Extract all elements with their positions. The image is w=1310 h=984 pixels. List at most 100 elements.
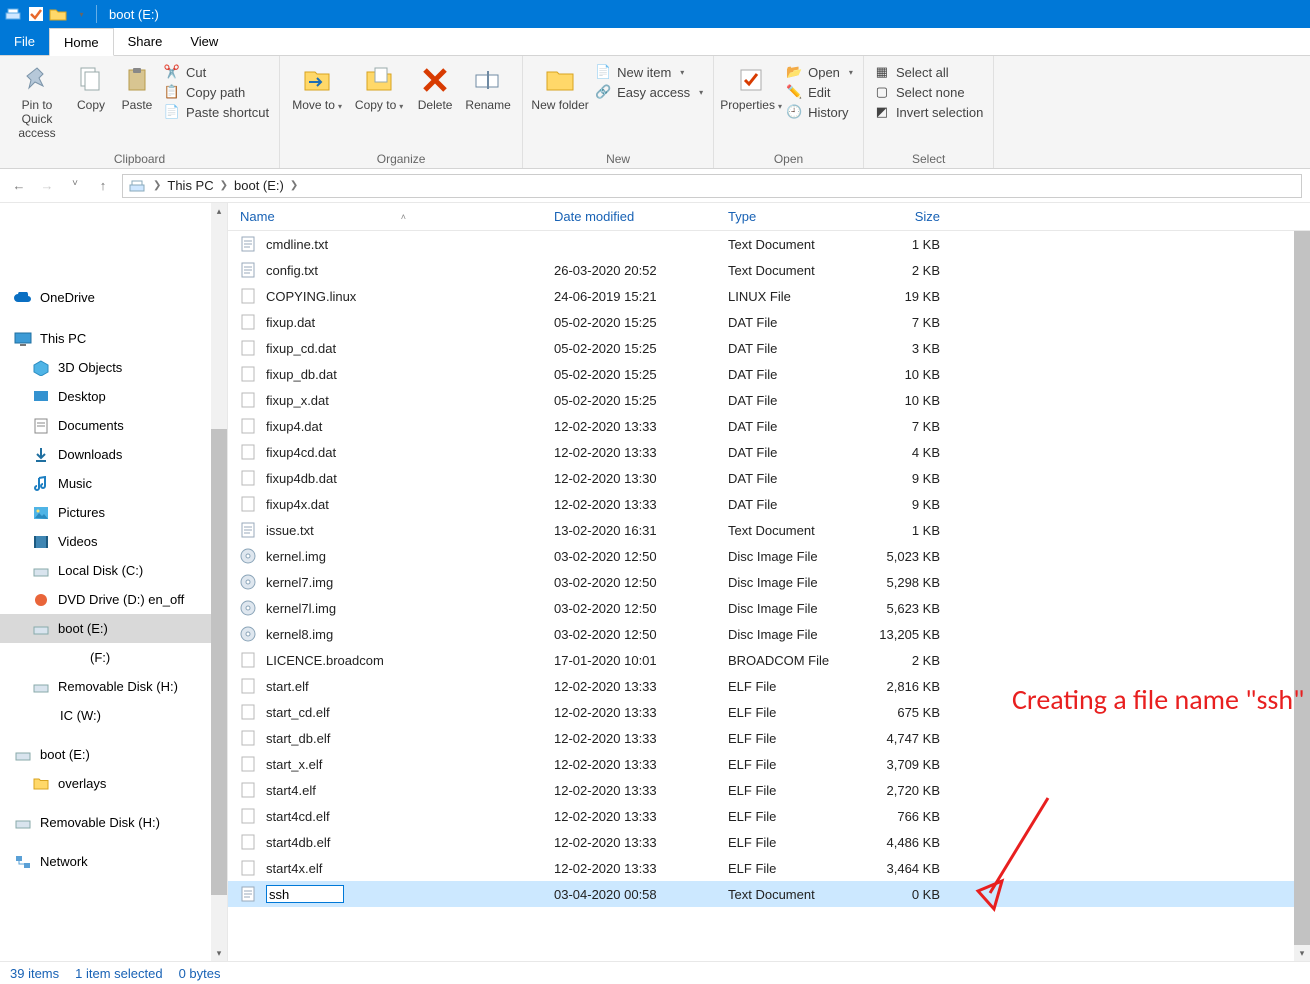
- nav-downloads[interactable]: Downloads: [0, 440, 227, 469]
- nav-videos[interactable]: Videos: [0, 527, 227, 556]
- copy-button[interactable]: Copy: [68, 60, 114, 112]
- column-type[interactable]: Type: [716, 209, 862, 224]
- file-row[interactable]: fixup_db.dat05-02-2020 15:25DAT File10 K…: [228, 361, 1310, 387]
- file-date: 05-02-2020 15:25: [542, 315, 716, 330]
- copy-to-button[interactable]: Copy to: [348, 60, 410, 114]
- recent-dropdown[interactable]: ˅: [64, 178, 86, 193]
- nav-local-disk-c[interactable]: Local Disk (C:): [0, 556, 227, 585]
- new-item-button[interactable]: 📄New item: [595, 64, 703, 80]
- nav-ic-w[interactable]: IC (W:): [0, 701, 227, 730]
- rename-input[interactable]: [266, 885, 344, 903]
- column-date-modified[interactable]: Date modified: [542, 209, 716, 224]
- chevron-right-icon[interactable]: ❯: [220, 180, 228, 191]
- breadcrumb-boot[interactable]: boot (E:): [234, 178, 284, 193]
- forward-button[interactable]: →: [36, 178, 58, 193]
- file-row[interactable]: kernel.img03-02-2020 12:50Disc Image Fil…: [228, 543, 1310, 569]
- nav-removable-h2[interactable]: Removable Disk (H:): [0, 808, 227, 837]
- file-row[interactable]: config.txt26-03-2020 20:52Text Document2…: [228, 257, 1310, 283]
- file-row[interactable]: start_x.elf12-02-2020 13:33ELF File3,709…: [228, 751, 1310, 777]
- nav-boot-e-root[interactable]: boot (E:): [0, 740, 227, 769]
- nav-dvd-drive[interactable]: DVD Drive (D:) en_off: [0, 585, 227, 614]
- nav-documents[interactable]: Documents: [0, 411, 227, 440]
- file-row[interactable]: fixup.dat05-02-2020 15:25DAT File7 KB: [228, 309, 1310, 335]
- select-none-button[interactable]: ▢Select none: [874, 84, 983, 100]
- paste-button[interactable]: Paste: [114, 60, 160, 112]
- nav-desktop[interactable]: Desktop: [0, 382, 227, 411]
- move-to-icon: [301, 64, 333, 96]
- file-row[interactable]: fixup4db.dat12-02-2020 13:30DAT File9 KB: [228, 465, 1310, 491]
- paste-shortcut-button[interactable]: 📄Paste shortcut: [164, 104, 269, 120]
- tab-share[interactable]: Share: [114, 28, 177, 55]
- nav-f-drive[interactable]: (F:): [0, 643, 227, 672]
- file-row[interactable]: kernel7l.img03-02-2020 12:50Disc Image F…: [228, 595, 1310, 621]
- up-button[interactable]: ↑: [92, 178, 114, 193]
- breadcrumb-this-pc[interactable]: This PC: [167, 178, 213, 193]
- nav-onedrive[interactable]: OneDrive: [0, 283, 227, 312]
- properties-button[interactable]: Properties: [720, 60, 782, 114]
- breadcrumb-drive-icon[interactable]: [129, 179, 147, 193]
- open-button[interactable]: 📂Open: [786, 64, 853, 80]
- open-icon: 📂: [786, 64, 802, 80]
- drive-icon: [14, 746, 32, 764]
- chevron-right-icon[interactable]: ❯: [290, 180, 298, 191]
- column-size[interactable]: Size: [862, 209, 950, 224]
- file-row[interactable]: start4x.elf12-02-2020 13:33ELF File3,464…: [228, 855, 1310, 881]
- qat-options[interactable]: [70, 4, 90, 24]
- nav-boot-e[interactable]: boot (E:): [0, 614, 227, 643]
- file-row[interactable]: start4db.elf12-02-2020 13:33ELF File4,48…: [228, 829, 1310, 855]
- select-all-button[interactable]: ▦Select all: [874, 64, 983, 80]
- tab-view[interactable]: View: [176, 28, 232, 55]
- copy-path-button[interactable]: 📋Copy path: [164, 84, 269, 100]
- file-row[interactable]: fixup4cd.dat12-02-2020 13:33DAT File4 KB: [228, 439, 1310, 465]
- scroll-down-icon[interactable]: ▾: [211, 945, 227, 961]
- chevron-right-icon[interactable]: ❯: [153, 180, 161, 191]
- nav-scroll-thumb[interactable]: [211, 429, 227, 895]
- file-row[interactable]: 03-04-2020 00:58Text Document0 KB: [228, 881, 1310, 907]
- folder-icon[interactable]: [48, 4, 68, 24]
- file-row[interactable]: start.elf12-02-2020 13:33ELF File2,816 K…: [228, 673, 1310, 699]
- easy-access-button[interactable]: 🔗Easy access: [595, 84, 703, 100]
- pin-to-quick-access-button[interactable]: Pin to Quick access: [6, 60, 68, 140]
- history-button[interactable]: 🕘History: [786, 104, 853, 120]
- check-icon[interactable]: [26, 4, 46, 24]
- nav-network[interactable]: Network: [0, 847, 227, 876]
- file-row[interactable]: fixup_x.dat05-02-2020 15:25DAT File10 KB: [228, 387, 1310, 413]
- tab-home[interactable]: Home: [49, 28, 114, 56]
- file-date: 03-02-2020 12:50: [542, 601, 716, 616]
- nav-overlays[interactable]: overlays: [0, 769, 227, 798]
- file-row[interactable]: issue.txt13-02-2020 16:31Text Document1 …: [228, 517, 1310, 543]
- edit-button[interactable]: ✏️Edit: [786, 84, 853, 100]
- delete-button[interactable]: Delete: [410, 60, 460, 112]
- nav-this-pc[interactable]: This PC: [0, 324, 227, 353]
- file-row[interactable]: fixup4.dat12-02-2020 13:33DAT File7 KB: [228, 413, 1310, 439]
- file-row[interactable]: LICENCE.broadcom17-01-2020 10:01BROADCOM…: [228, 647, 1310, 673]
- breadcrumb[interactable]: ❯ This PC ❯ boot (E:) ❯: [122, 174, 1302, 198]
- file-row[interactable]: cmdline.txtText Document1 KB: [228, 231, 1310, 257]
- file-row[interactable]: COPYING.linux24-06-2019 15:21LINUX File1…: [228, 283, 1310, 309]
- list-scrollbar[interactable]: ▴ ▾: [1294, 203, 1310, 961]
- file-row[interactable]: kernel8.img03-02-2020 12:50Disc Image Fi…: [228, 621, 1310, 647]
- file-row[interactable]: start_cd.elf12-02-2020 13:33ELF File675 …: [228, 699, 1310, 725]
- scroll-down-icon[interactable]: ▾: [1294, 945, 1310, 961]
- nav-3d-objects[interactable]: 3D Objects: [0, 353, 227, 382]
- scroll-up-icon[interactable]: ▴: [211, 203, 227, 219]
- new-folder-button[interactable]: New folder: [529, 60, 591, 112]
- file-type: Text Document: [716, 263, 862, 278]
- file-row[interactable]: fixup_cd.dat05-02-2020 15:25DAT File3 KB: [228, 335, 1310, 361]
- back-button[interactable]: ←: [8, 178, 30, 193]
- tab-file[interactable]: File: [0, 28, 49, 55]
- nav-pictures[interactable]: Pictures: [0, 498, 227, 527]
- cut-button[interactable]: ✂️Cut: [164, 64, 269, 80]
- nav-removable-h[interactable]: Removable Disk (H:): [0, 672, 227, 701]
- file-row[interactable]: start4.elf12-02-2020 13:33ELF File2,720 …: [228, 777, 1310, 803]
- file-row[interactable]: start_db.elf12-02-2020 13:33ELF File4,74…: [228, 725, 1310, 751]
- move-to-button[interactable]: Move to: [286, 60, 348, 114]
- file-row[interactable]: fixup4x.dat12-02-2020 13:33DAT File9 KB: [228, 491, 1310, 517]
- file-row[interactable]: kernel7.img03-02-2020 12:50Disc Image Fi…: [228, 569, 1310, 595]
- invert-selection-button[interactable]: ◩Invert selection: [874, 104, 983, 120]
- list-scroll-thumb[interactable]: [1294, 219, 1310, 945]
- nav-music[interactable]: Music: [0, 469, 227, 498]
- rename-button[interactable]: Rename: [460, 60, 516, 112]
- file-row[interactable]: start4cd.elf12-02-2020 13:33ELF File766 …: [228, 803, 1310, 829]
- column-name[interactable]: Name˄: [228, 209, 542, 224]
